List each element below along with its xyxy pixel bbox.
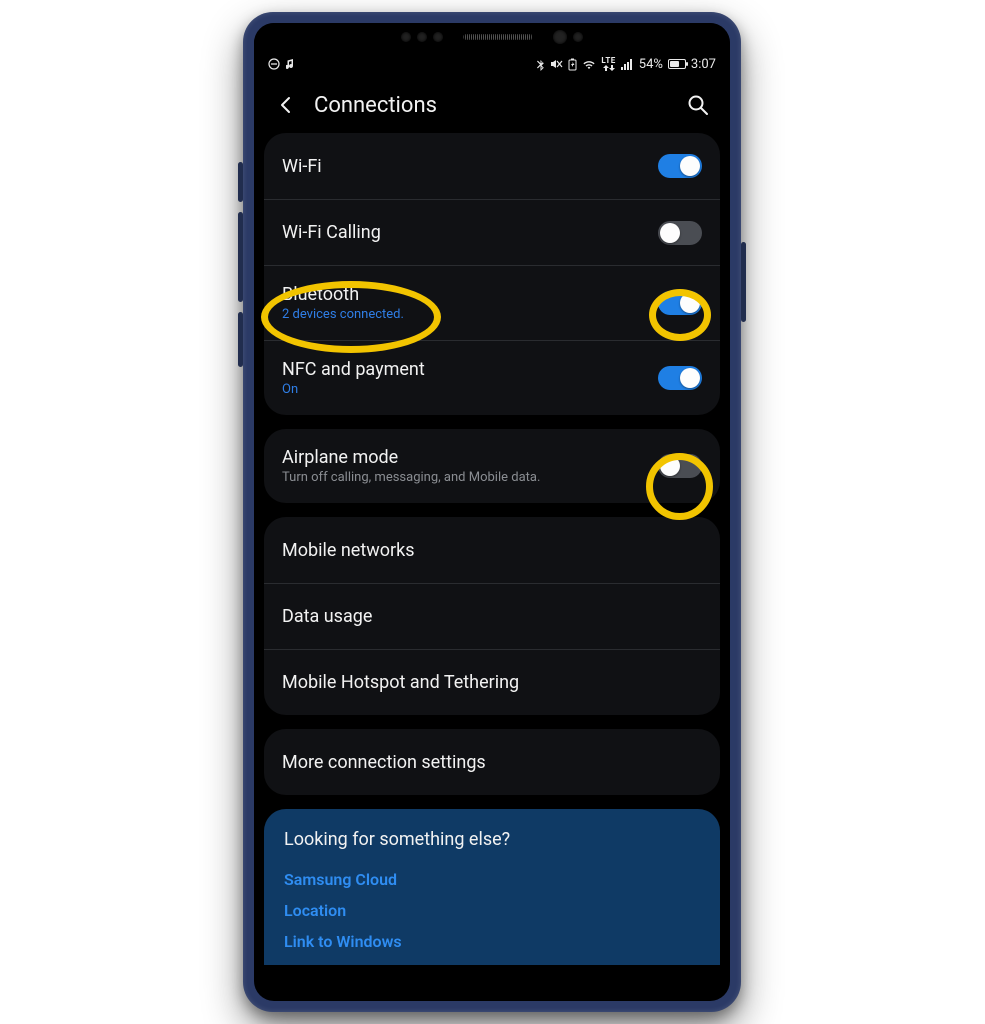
side-button xyxy=(238,212,243,302)
settings-group: Wi-Fi Wi-Fi Calling Bluetooth 2 devices con… xyxy=(264,133,720,415)
suggestion-link-link-to-windows[interactable]: Link to Windows xyxy=(284,926,700,957)
setting-wi-fi[interactable]: Wi-Fi xyxy=(264,133,720,199)
suggestion-link-location[interactable]: Location xyxy=(284,895,700,926)
back-button[interactable] xyxy=(268,87,304,123)
side-button xyxy=(238,162,243,202)
screen: LTE 54% 3:07 Connections Wi-FiWi-Fi xyxy=(254,23,730,1001)
row-text: Wi-Fi Calling xyxy=(282,222,658,243)
row-subtext: Turn off calling, messaging, and Mobile … xyxy=(282,470,658,485)
row-text: Mobile Hotspot and Tethering xyxy=(282,672,702,693)
content[interactable]: Wi-Fi Wi-Fi Calling Bluetooth 2 devices con… xyxy=(254,133,730,1001)
row-text: More connection settings xyxy=(282,752,702,773)
row-label: Mobile Hotspot and Tethering xyxy=(282,672,702,693)
row-text: Bluetooth 2 devices connected. xyxy=(282,284,658,322)
row-label: Bluetooth xyxy=(282,284,658,305)
suggestions-title: Looking for something else? xyxy=(284,829,700,850)
page-title: Connections xyxy=(314,93,670,118)
setting-airplane-mode[interactable]: Airplane mode Turn off calling, messaging… xyxy=(264,429,720,503)
lte-indicator: LTE xyxy=(601,57,615,71)
battery-saver-icon xyxy=(568,58,577,71)
settings-group: Mobile networks Data usage Mobile Hotspot … xyxy=(264,517,720,715)
dnd-icon xyxy=(268,58,280,70)
mute-icon xyxy=(550,58,563,70)
row-label: More connection settings xyxy=(282,752,702,773)
clock: 3:07 xyxy=(691,57,716,72)
setting-mobile-hotspot-and-tethering[interactable]: Mobile Hotspot and Tethering xyxy=(264,649,720,715)
battery-percent: 54% xyxy=(639,57,663,72)
search-button[interactable] xyxy=(680,87,716,123)
row-label: Wi-Fi Calling xyxy=(282,222,658,243)
toggle-nfc-and-payment[interactable] xyxy=(658,366,702,390)
row-label: Wi-Fi xyxy=(282,156,658,177)
setting-mobile-networks[interactable]: Mobile networks xyxy=(264,517,720,583)
row-text: Data usage xyxy=(282,606,702,627)
setting-more-connection-settings[interactable]: More connection settings xyxy=(264,729,720,795)
setting-data-usage[interactable]: Data usage xyxy=(264,583,720,649)
row-subtext: 2 devices connected. xyxy=(282,307,658,322)
toggle-wi-fi[interactable] xyxy=(658,154,702,178)
settings-group: Airplane mode Turn off calling, messaging… xyxy=(264,429,720,503)
row-label: Airplane mode xyxy=(282,447,658,468)
row-text: NFC and payment On xyxy=(282,359,658,397)
toggle-bluetooth[interactable] xyxy=(658,291,702,315)
suggestions-card: Looking for something else? Samsung Cloud… xyxy=(264,809,720,965)
settings-group: More connection settings xyxy=(264,729,720,795)
setting-bluetooth[interactable]: Bluetooth 2 devices connected. xyxy=(264,265,720,340)
setting-wi-fi-calling[interactable]: Wi-Fi Calling xyxy=(264,199,720,265)
row-label: Mobile networks xyxy=(282,540,702,561)
music-note-icon xyxy=(286,58,296,70)
row-text: Wi-Fi xyxy=(282,156,658,177)
row-text: Mobile networks xyxy=(282,540,702,561)
battery-icon xyxy=(668,59,686,69)
toggle-airplane-mode[interactable] xyxy=(658,454,702,478)
row-subtext: On xyxy=(282,382,658,397)
hardware-top xyxy=(254,23,730,51)
wifi-icon xyxy=(582,59,596,70)
side-button xyxy=(741,242,746,322)
status-bar: LTE 54% 3:07 xyxy=(254,51,730,77)
toggle-wi-fi-calling[interactable] xyxy=(658,221,702,245)
row-label: Data usage xyxy=(282,606,702,627)
speaker-grill xyxy=(463,34,533,40)
row-label: NFC and payment xyxy=(282,359,658,380)
setting-nfc-and-payment[interactable]: NFC and payment On xyxy=(264,340,720,415)
side-button xyxy=(238,312,243,367)
header: Connections xyxy=(254,77,730,133)
row-text: Airplane mode Turn off calling, messaging… xyxy=(282,447,658,485)
phone-frame: LTE 54% 3:07 Connections Wi-FiWi-Fi xyxy=(243,12,741,1012)
suggestion-link-samsung-cloud[interactable]: Samsung Cloud xyxy=(284,864,700,895)
signal-icon xyxy=(621,59,634,70)
bluetooth-icon xyxy=(536,58,545,71)
